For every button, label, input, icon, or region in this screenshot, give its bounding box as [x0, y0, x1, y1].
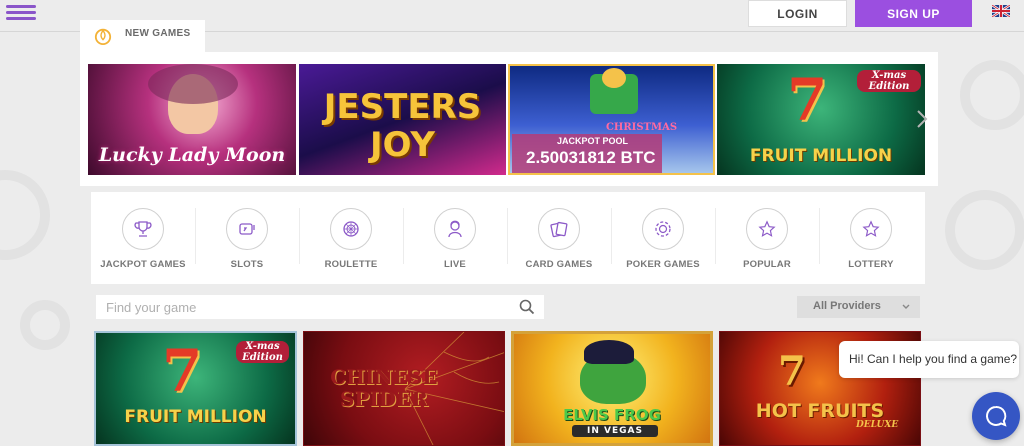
star-icon — [746, 208, 788, 250]
game-title: FRUIT MILLION — [749, 146, 893, 166]
game-subtitle: IN VEGAS — [572, 425, 658, 437]
game-digit: 7 — [162, 337, 203, 405]
jackpot-panel: JACKPOT POOL 2.50031812 BTC — [512, 134, 662, 173]
game-tile-jesters-joy[interactable]: JESTERS JOY — [299, 64, 506, 175]
background-decoration — [0, 170, 50, 260]
game-title: FRUIT MILLION — [124, 407, 267, 427]
category-lottery[interactable]: LOTTERY — [819, 192, 923, 284]
jackpot-value: 2.50031812 BTC — [526, 148, 656, 167]
category-label: CARD GAMES — [525, 259, 593, 270]
signup-button[interactable]: SIGN UP — [855, 0, 972, 27]
star-icon — [850, 208, 892, 250]
category-label: ROULETTE — [324, 259, 378, 270]
poker-chip-icon — [642, 208, 684, 250]
game-tile-christmas-jackpot[interactable]: CHRISTMAS JACKPOT POOL 2.50031812 BTC — [508, 64, 715, 175]
cards-icon — [538, 208, 580, 250]
category-label: SLOTS — [230, 259, 264, 270]
uk-flag-icon[interactable] — [992, 5, 1010, 17]
game-badge: X-mas Edition — [857, 70, 921, 92]
background-decoration — [945, 190, 1024, 270]
new-games-tab[interactable]: NEW GAMES — [80, 20, 205, 54]
search-input[interactable] — [96, 295, 544, 319]
category-slots[interactable]: SLOTS — [195, 192, 299, 284]
new-games-carousel: Lucky Lady Moon JESTERS JOY CHRISTMAS JA… — [80, 52, 938, 186]
category-roulette[interactable]: ROULETTE — [299, 192, 403, 284]
category-bar: JACKPOT GAMES SLOTS ROULETTE LIVE CARD G… — [91, 192, 925, 284]
category-card-games[interactable]: CARD GAMES — [507, 192, 611, 284]
game-title: JESTERS JOY — [323, 87, 482, 165]
game-subtitle: DELUXE — [856, 420, 899, 430]
game-title: Lucky Lady Moon — [98, 144, 286, 166]
slots-icon — [226, 208, 268, 250]
chevron-down-icon — [902, 304, 910, 309]
background-decoration — [20, 300, 70, 350]
hamburger-icon[interactable] — [6, 3, 36, 25]
category-label: POPULAR — [743, 259, 791, 270]
chat-button[interactable] — [972, 392, 1020, 440]
game-digit: 7 — [778, 348, 806, 395]
game-tile-fruit-million[interactable]: 7 X-mas Edition FRUIT MILLION — [717, 64, 925, 175]
category-jackpot-games[interactable]: JACKPOT GAMES — [91, 192, 195, 284]
category-label: LIVE — [444, 259, 466, 270]
dealer-icon — [434, 208, 476, 250]
frog-hair — [584, 340, 634, 364]
chat-bubble[interactable]: Hi! Can I help you find a game? — [839, 341, 1019, 378]
category-label: JACKPOT GAMES — [100, 259, 186, 270]
flame-icon — [94, 28, 112, 45]
chat-message: Hi! Can I help you find a game? — [849, 352, 1018, 366]
category-live[interactable]: LIVE — [403, 192, 507, 284]
game-digit: 7 — [787, 66, 828, 134]
new-games-label: NEW GAMES — [125, 28, 191, 39]
game-tile-lucky-lady-moon[interactable]: Lucky Lady Moon — [88, 64, 296, 175]
category-poker-games[interactable]: POKER GAMES — [611, 192, 715, 284]
game-title: CHINESE SPIDER — [330, 365, 438, 411]
chat-icon — [986, 405, 1007, 427]
providers-selected: All Providers — [813, 300, 881, 312]
roulette-icon — [330, 208, 372, 250]
trophy-icon — [122, 208, 164, 250]
providers-dropdown[interactable]: All Providers — [797, 296, 920, 318]
category-popular[interactable]: POPULAR — [715, 192, 819, 284]
game-title: HOT FRUITS — [755, 400, 885, 422]
search-icon[interactable] — [519, 299, 535, 315]
login-button[interactable]: LOGIN — [748, 0, 847, 27]
category-label: POKER GAMES — [626, 259, 700, 270]
background-decoration — [960, 60, 1024, 130]
game-tile-fruit-million[interactable]: 7 X-mas Edition FRUIT MILLION — [94, 331, 297, 446]
game-title: CHRISTMAS — [605, 122, 678, 133]
jackpot-label: JACKPOT POOL — [557, 136, 629, 146]
game-badge: X-mas Edition — [236, 341, 289, 363]
game-title: ELVIS FROG — [563, 406, 661, 424]
category-label: LOTTERY — [848, 259, 894, 270]
chevron-right-icon[interactable] — [913, 106, 931, 132]
game-tile-chinese-spider[interactable]: CHINESE SPIDER — [303, 331, 505, 446]
game-tile-elvis-frog[interactable]: ELVIS FROG IN VEGAS — [511, 331, 713, 446]
